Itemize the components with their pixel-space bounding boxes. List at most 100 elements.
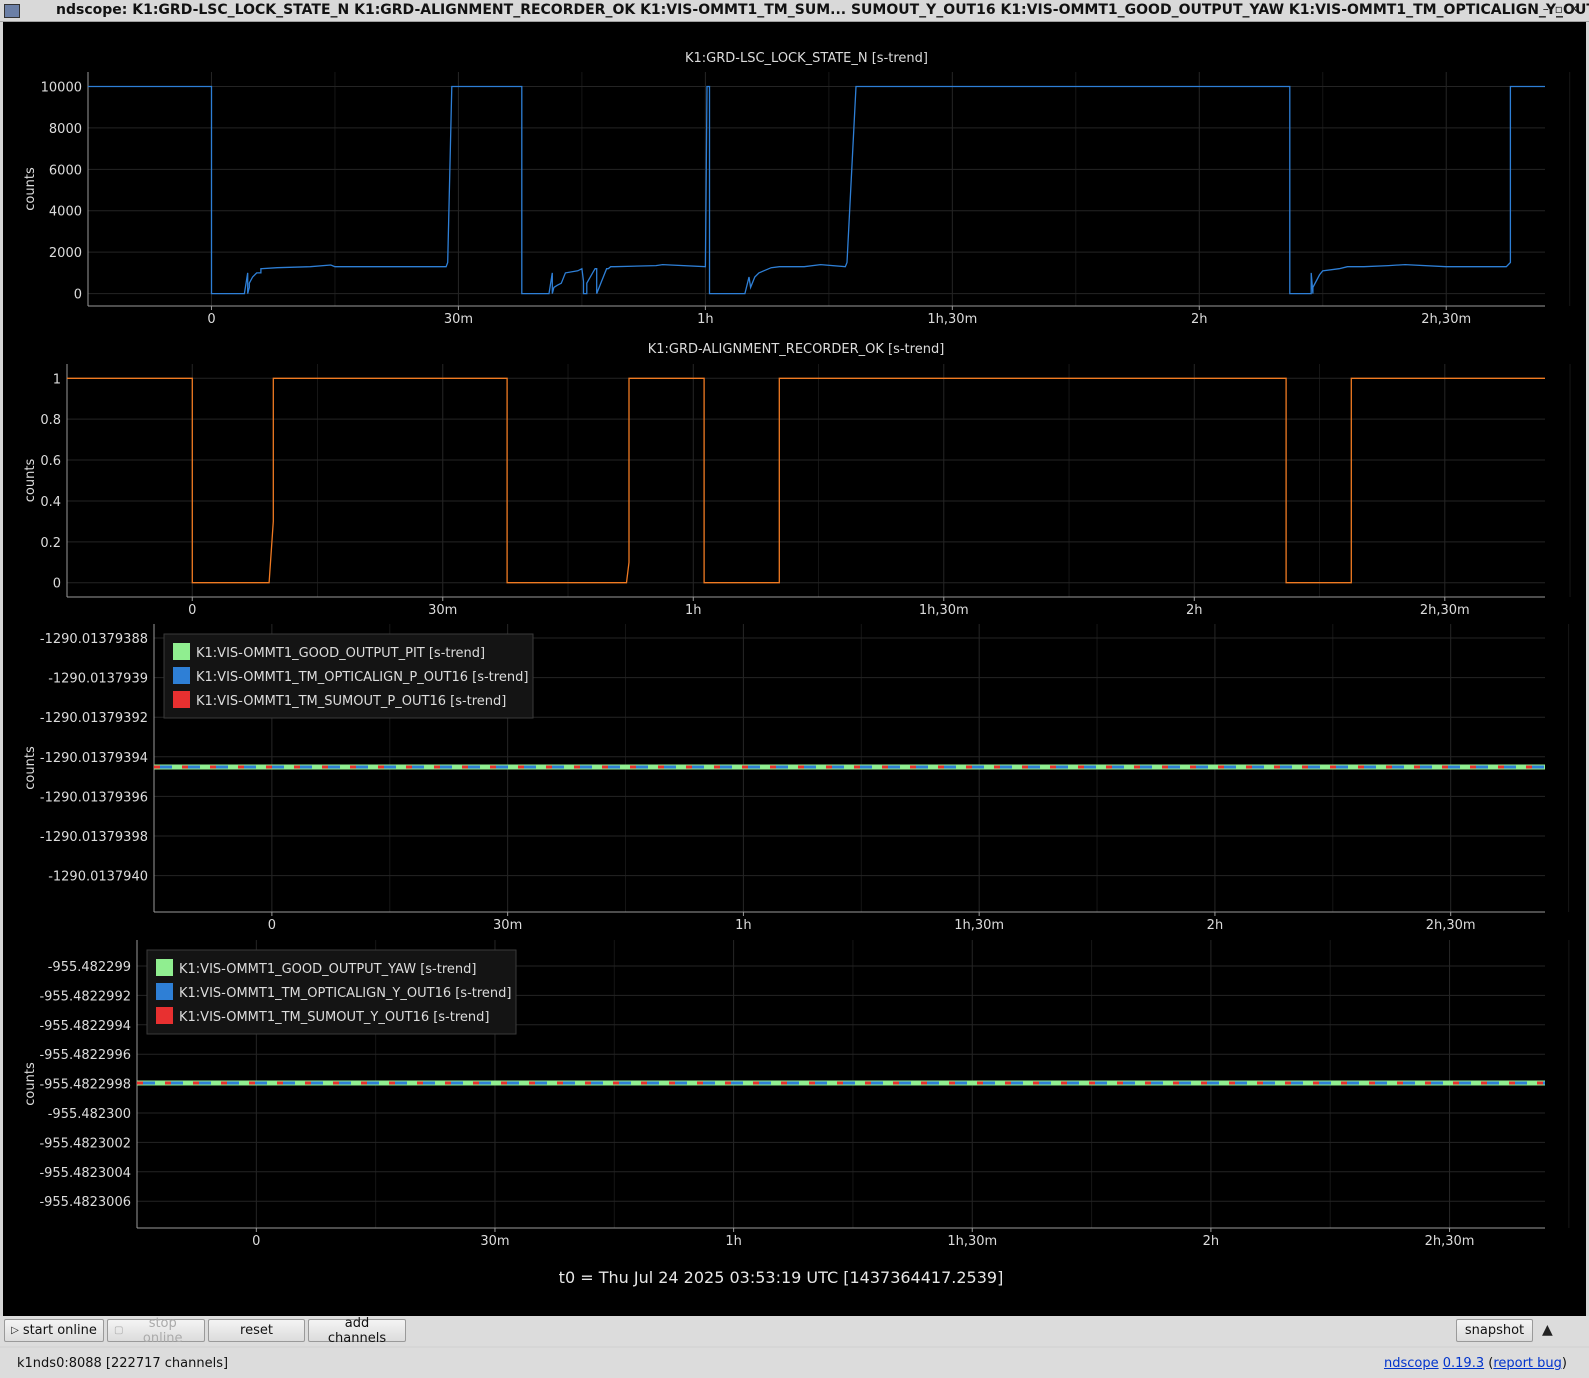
x-tick-label: 0 bbox=[188, 603, 196, 618]
stop-online-button[interactable]: ▢ stop online bbox=[107, 1316, 205, 1346]
y-tick-label: -955.4822998 bbox=[39, 1078, 131, 1093]
series-line bbox=[88, 85, 1545, 295]
legend: K1:VIS-OMMT1_GOOD_OUTPUT_YAW [s-trend] K1… bbox=[146, 949, 517, 1035]
server-status: k1nds0:8088 [222717 channels] bbox=[17, 1356, 229, 1371]
legend-entry: K1:VIS-OMMT1_TM_SUMOUT_Y_OUT16 [s-trend] bbox=[179, 1010, 489, 1025]
y-tick-label: -1290.01379394 bbox=[40, 751, 148, 766]
y-tick-label: 10000 bbox=[41, 80, 82, 95]
time-origin-label: t0 = Thu Jul 24 2025 03:53:19 UTC [14373… bbox=[559, 1268, 1004, 1287]
stop-icon: ▢ bbox=[114, 1325, 124, 1336]
plot-4: -955.482299 -955.4822992 -955.4822994 -955.… bbox=[23, 940, 1570, 1249]
y-tick-label: -955.4823002 bbox=[39, 1136, 131, 1151]
y-tick-label: -1290.01379388 bbox=[40, 632, 148, 647]
x-tick-label: 1h,30m bbox=[954, 918, 1004, 933]
x-tick-label: 2h,30m bbox=[1426, 918, 1476, 933]
y-tick-label: 0.6 bbox=[40, 454, 61, 469]
series-line bbox=[67, 377, 1545, 584]
y-tick-label: -1290.0137940 bbox=[48, 870, 148, 885]
x-tick-label: 1h,30m bbox=[919, 603, 969, 618]
y-tick-label: 0.8 bbox=[40, 413, 61, 428]
reset-button[interactable]: reset bbox=[208, 1319, 305, 1342]
y-axis-label: counts bbox=[23, 167, 38, 211]
x-tick-label: 1h bbox=[697, 312, 714, 327]
y-tick-label: 4000 bbox=[49, 205, 82, 220]
legend-entry: K1:VIS-OMMT1_GOOD_OUTPUT_PIT [s-trend] bbox=[196, 646, 485, 661]
x-tick-label: 1h bbox=[725, 1234, 742, 1249]
y-tick-label: 0.4 bbox=[40, 495, 61, 510]
y-tick-label: 1 bbox=[53, 372, 61, 387]
legend-swatch bbox=[173, 643, 190, 660]
x-tick-label: 0 bbox=[268, 918, 276, 933]
legend-entry: K1:VIS-OMMT1_GOOD_OUTPUT_YAW [s-trend] bbox=[179, 962, 476, 977]
x-tick-label: 1h bbox=[685, 603, 702, 618]
y-tick-label: -1290.01379398 bbox=[40, 830, 148, 845]
plot-2: 0 0.2 0.4 0.6 0.8 1 0 30m 1h 1h,30m 2h 2h,30m counts… bbox=[23, 342, 1571, 618]
start-online-button[interactable]: ▷ start online bbox=[4, 1319, 104, 1342]
y-tick-label: -955.4823006 bbox=[39, 1195, 131, 1210]
toolbar: ▷ start online ▢ stop online reset add cha… bbox=[0, 1316, 1589, 1346]
y-tick-label: 0 bbox=[53, 577, 61, 592]
plot-3: -1290.01379388 -1290.0137939 -1290.0137939… bbox=[23, 624, 1570, 933]
legend-swatch bbox=[156, 1007, 173, 1024]
x-tick-label: 2h,30m bbox=[1421, 312, 1471, 327]
x-tick-label: 30m bbox=[480, 1234, 509, 1249]
legend-entry: K1:VIS-OMMT1_TM_SUMOUT_P_OUT16 [s-trend] bbox=[196, 694, 506, 709]
x-tick-label: 30m bbox=[444, 312, 473, 327]
ndscope-link[interactable]: ndscope bbox=[1384, 1356, 1439, 1371]
y-tick-label: -955.482300 bbox=[48, 1107, 131, 1122]
y-tick-label: 2000 bbox=[49, 246, 82, 261]
x-tick-label: 2h bbox=[1203, 1234, 1220, 1249]
y-tick-label: -1290.01379396 bbox=[40, 790, 148, 805]
legend-swatch bbox=[156, 983, 173, 1000]
plot-title: K1:GRD-LSC_LOCK_STATE_N [s-trend] bbox=[685, 51, 928, 66]
x-tick-label: 2h,30m bbox=[1420, 603, 1470, 618]
expand-arrow-icon[interactable]: ▲ bbox=[1542, 1322, 1553, 1338]
x-tick-label: 30m bbox=[493, 918, 522, 933]
snapshot-button[interactable]: snapshot bbox=[1456, 1319, 1533, 1342]
legend-swatch bbox=[173, 667, 190, 684]
plots-canvas[interactable]: 0 2000 4000 6000 8000 10000 0 30m 1h 1h,30m 2h 2h,3… bbox=[3, 22, 1586, 1316]
y-tick-label: 0 bbox=[74, 288, 82, 303]
report-bug-link[interactable]: report bug bbox=[1493, 1356, 1562, 1371]
add-channels-button[interactable]: add channels bbox=[308, 1316, 406, 1346]
window-titlebar: ndscope: K1:GRD-LSC_LOCK_STATE_N K1:GRD-… bbox=[0, 0, 1589, 22]
x-tick-label: 2h bbox=[1186, 603, 1203, 618]
legend-entry: K1:VIS-OMMT1_TM_OPTICALIGN_P_OUT16 [s-tr… bbox=[196, 670, 528, 685]
y-tick-label: 8000 bbox=[49, 122, 82, 137]
x-tick-label: 2h bbox=[1207, 918, 1224, 933]
close-icon[interactable]: ✕ bbox=[1569, 2, 1585, 16]
plot-area[interactable]: 0 2000 4000 6000 8000 10000 0 30m 1h 1h,30m 2h 2h,3… bbox=[3, 22, 1586, 1316]
minimize-icon[interactable]: – bbox=[1543, 2, 1555, 16]
plot-1: 0 2000 4000 6000 8000 10000 0 30m 1h 1h,30m 2h 2h,3… bbox=[23, 51, 1571, 327]
version-info: ndscope 0.19.3 (report bug) bbox=[1383, 1356, 1567, 1371]
x-tick-label: 2h bbox=[1191, 312, 1208, 327]
x-tick-label: 30m bbox=[428, 603, 457, 618]
y-tick-label: -955.4822992 bbox=[39, 989, 131, 1004]
y-tick-label: -1290.0137939 bbox=[48, 672, 148, 687]
x-tick-label: 1h,30m bbox=[947, 1234, 997, 1249]
y-tick-label: -1290.01379392 bbox=[40, 711, 148, 726]
version-link[interactable]: 0.19.3 bbox=[1443, 1356, 1484, 1371]
y-tick-label: -955.482299 bbox=[48, 960, 131, 975]
y-axis-label: counts bbox=[23, 1062, 38, 1106]
legend-swatch bbox=[156, 959, 173, 976]
y-tick-label: -955.4823004 bbox=[39, 1166, 131, 1181]
legend: K1:VIS-OMMT1_GOOD_OUTPUT_PIT [s-trend] K1… bbox=[163, 633, 534, 719]
x-tick-label: 1h bbox=[735, 918, 752, 933]
y-tick-label: -955.4822996 bbox=[39, 1048, 131, 1063]
legend-swatch bbox=[173, 691, 190, 708]
y-tick-label: 6000 bbox=[49, 163, 82, 178]
window-title: ndscope: K1:GRD-LSC_LOCK_STATE_N K1:GRD-… bbox=[56, 2, 1589, 18]
play-icon: ▷ bbox=[11, 1325, 19, 1336]
y-tick-label: 0.2 bbox=[40, 536, 61, 551]
x-tick-label: 1h,30m bbox=[927, 312, 977, 327]
x-tick-label: 2h,30m bbox=[1425, 1234, 1475, 1249]
y-axis-label: counts bbox=[23, 746, 38, 790]
window-controls[interactable]: –▫✕ bbox=[1543, 2, 1585, 16]
x-tick-label: 0 bbox=[207, 312, 215, 327]
plot-title: K1:GRD-ALIGNMENT_RECORDER_OK [s-trend] bbox=[648, 342, 945, 357]
y-axis-label: counts bbox=[23, 459, 38, 503]
maximize-icon[interactable]: ▫ bbox=[1555, 2, 1569, 16]
status-bar: k1nds0:8088 [222717 channels] ndscope 0.… bbox=[0, 1348, 1589, 1378]
y-tick-label: -955.4822994 bbox=[39, 1019, 131, 1034]
